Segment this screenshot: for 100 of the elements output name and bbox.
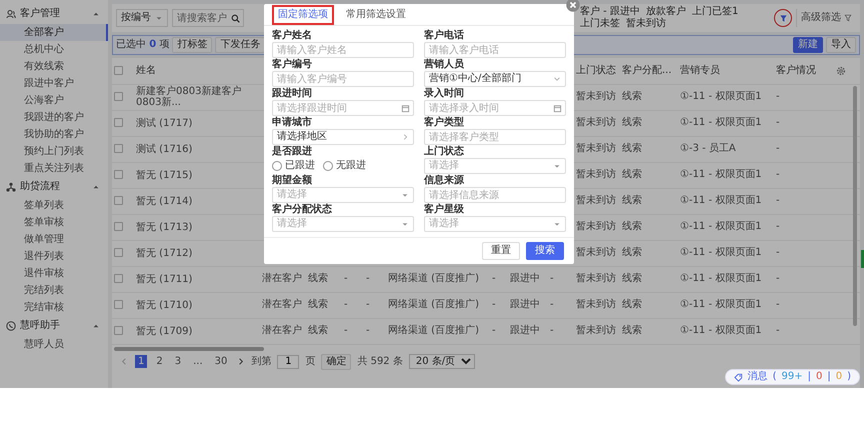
- sidebar-item[interactable]: 做单管理: [0, 231, 108, 248]
- filter-button[interactable]: [774, 9, 792, 27]
- checkbox[interactable]: [114, 144, 123, 153]
- sidebar-item[interactable]: 我跟进的客户: [0, 109, 108, 126]
- page-button[interactable]: ...: [190, 355, 206, 368]
- table-cell: -: [492, 299, 496, 310]
- caret-down-icon: [401, 220, 409, 228]
- search-button[interactable]: 搜索: [526, 242, 564, 260]
- table-cell: 潜在客户: [262, 273, 302, 284]
- checkbox[interactable]: [114, 326, 123, 335]
- sidebar-item[interactable]: 退件审核: [0, 265, 108, 282]
- side-handle[interactable]: [861, 250, 864, 268]
- table-cell: -: [776, 221, 780, 232]
- region-select[interactable]: 请选择地区: [272, 129, 414, 145]
- sidebar-item[interactable]: 签单审核: [0, 214, 108, 231]
- input-field[interactable]: 请选择客户类型: [424, 129, 566, 145]
- toolbar-button[interactable]: 导入: [826, 37, 856, 53]
- action-button[interactable]: 下发任务: [215, 37, 266, 53]
- page-size-select[interactable]: 20 条/页: [408, 354, 475, 369]
- checkbox[interactable]: [114, 66, 123, 75]
- date-field[interactable]: 请选择跟进时间: [272, 100, 414, 116]
- table-cell: 线索: [622, 221, 642, 232]
- sidebar-item[interactable]: 有效线索: [0, 58, 108, 75]
- dialog-tab[interactable]: 常用筛选设置: [340, 5, 412, 25]
- page-button[interactable]: 30: [212, 355, 230, 368]
- input-field[interactable]: 请输入客户电话: [424, 42, 566, 58]
- checkbox[interactable]: [114, 300, 123, 309]
- sidebar-item[interactable]: 完结审核: [0, 299, 108, 316]
- checkbox[interactable]: [114, 92, 123, 101]
- quick-filter[interactable]: 上门已签1: [692, 6, 738, 18]
- input-field[interactable]: 请输入客户姓名: [272, 42, 414, 58]
- horizontal-scrollbar[interactable]: [114, 346, 264, 350]
- sidebar-item[interactable]: 总机中心: [0, 41, 108, 58]
- checkbox[interactable]: [114, 222, 123, 231]
- sidebar-item[interactable]: 退件列表: [0, 248, 108, 265]
- page-button[interactable]: 2: [153, 355, 166, 368]
- select-field[interactable]: 营销①中心/全部部门: [424, 71, 566, 87]
- checkbox[interactable]: [114, 170, 123, 179]
- advanced-filter-button[interactable]: 高级筛选: [796, 9, 856, 27]
- message-badge[interactable]: 消息 ( 99+ | 0 | 0 ): [724, 369, 860, 385]
- vertical-scrollbar[interactable]: [853, 86, 857, 326]
- search-field[interactable]: 请搜索客户: [172, 9, 244, 27]
- table-cell: -: [344, 299, 348, 310]
- checkbox[interactable]: [114, 118, 123, 127]
- reset-button[interactable]: 重置: [482, 242, 520, 260]
- sidebar-item[interactable]: 我协助的客户: [0, 126, 108, 143]
- checkbox[interactable]: [114, 274, 123, 283]
- separator: |: [827, 371, 831, 383]
- sidebar-item[interactable]: 重点关注列表: [0, 160, 108, 177]
- search-icon[interactable]: [231, 14, 240, 22]
- input-field[interactable]: 请输入客户编号: [272, 71, 414, 87]
- sidebar-item[interactable]: 预约上门列表: [0, 143, 108, 160]
- separator: |: [808, 371, 811, 383]
- search-type-select[interactable]: 按编号: [116, 9, 168, 27]
- toolbar-button[interactable]: 新建: [793, 37, 823, 53]
- table-cell: -: [550, 325, 554, 336]
- message-count: 99+: [781, 371, 803, 383]
- gear-icon[interactable]: [836, 66, 846, 76]
- parenthesis: ): [847, 371, 851, 383]
- caret-up-icon[interactable]: [92, 10, 100, 18]
- selection-count: 已选中 0 项: [116, 39, 170, 51]
- table-cell: 线索: [622, 117, 642, 128]
- quick-filter[interactable]: 放款客户: [646, 6, 686, 18]
- sidebar-item[interactable]: 慧呼人员: [0, 336, 108, 353]
- dialog-tab[interactable]: 固定筛选项: [272, 5, 334, 25]
- input-field[interactable]: 请选择信息来源: [424, 187, 566, 203]
- radio-button[interactable]: [272, 161, 282, 171]
- table-cell: 暂无 (1711): [136, 274, 192, 284]
- sidebar-item[interactable]: 公海客户: [0, 92, 108, 109]
- close-icon[interactable]: [566, 0, 580, 12]
- caret-down-icon: [401, 191, 409, 199]
- sidebar-item[interactable]: 完结列表: [0, 282, 108, 299]
- page-button[interactable]: 1: [135, 355, 148, 368]
- quick-filter[interactable]: 上门未签: [580, 18, 620, 30]
- page-input[interactable]: 1: [277, 354, 300, 368]
- table-cell: 线索: [622, 325, 642, 336]
- sidebar-section-title[interactable]: 慧呼助手: [20, 320, 88, 332]
- sidebar-item[interactable]: 跟进中客户: [0, 75, 108, 92]
- confirm-button[interactable]: 确定: [321, 354, 352, 370]
- checkbox[interactable]: [114, 248, 123, 257]
- quick-filter[interactable]: 客户 - 跟进中: [580, 6, 640, 18]
- table-cell: 网络渠道 (百度推广): [388, 273, 479, 284]
- sidebar-section-title[interactable]: 客户管理: [20, 8, 88, 20]
- sidebar-item[interactable]: 全部客户: [0, 24, 108, 41]
- quick-filter[interactable]: 暂未到访: [626, 18, 666, 30]
- caret-up-icon[interactable]: [92, 322, 100, 330]
- table-cell: 暂未到访: [576, 195, 616, 206]
- table-cell: ①-11 - 权限页面1: [680, 221, 762, 232]
- date-field[interactable]: 请选择录入时间: [424, 100, 566, 116]
- caret-up-icon[interactable]: [92, 183, 100, 191]
- filter-icon: [778, 14, 788, 22]
- checkbox[interactable]: [114, 196, 123, 205]
- sidebar-section-title[interactable]: 助贷流程: [20, 181, 88, 193]
- action-button[interactable]: 打标签: [172, 37, 212, 53]
- page-button[interactable]: 3: [172, 355, 184, 368]
- tag-icon: [734, 372, 743, 382]
- radio-button[interactable]: [323, 161, 333, 171]
- sidebar-item[interactable]: 签单列表: [0, 197, 108, 214]
- table-cell: ①-11 - 权限页面1: [680, 195, 762, 206]
- field-label: 信息来源: [424, 175, 465, 187]
